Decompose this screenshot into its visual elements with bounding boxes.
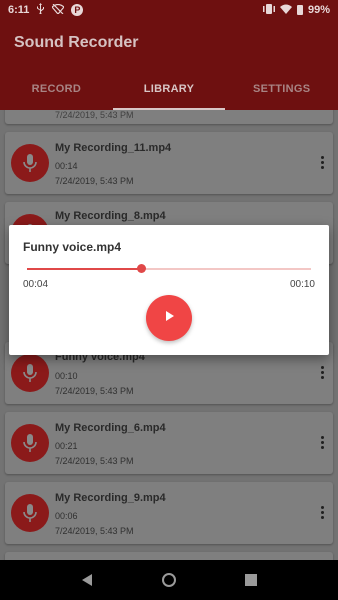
system-nav-bar	[0, 560, 338, 600]
usb-icon	[36, 3, 45, 17]
current-time: 00:04	[23, 279, 49, 290]
more-vert-icon[interactable]	[319, 366, 325, 379]
list-item[interactable]: My Recording_6.mp4 00:21 7/24/2019, 5:43…	[5, 412, 333, 474]
recording-date: 7/24/2019, 5:43 PM	[55, 110, 134, 120]
nav-home-icon[interactable]	[159, 570, 179, 590]
player-dialog: Funny voice.mp4 00:04 00:10	[9, 225, 329, 355]
tab-record[interactable]: RECORD	[0, 68, 113, 110]
more-vert-icon[interactable]	[319, 506, 325, 519]
nav-recents-icon[interactable]	[241, 570, 261, 590]
recording-name: My Recording_6.mp4	[55, 422, 166, 434]
recording-duration: 00:06	[55, 511, 78, 521]
vibrate-icon	[262, 3, 275, 17]
battery-icon	[296, 5, 303, 15]
parking-icon: P	[71, 4, 84, 16]
tab-bar: RECORD LIBRARY SETTINGS	[0, 68, 338, 110]
microphone-icon	[11, 424, 49, 462]
recording-date: 7/24/2019, 5:43 PM	[55, 526, 134, 536]
list-item[interactable]: My Recording_11.mp4 00:14 7/24/2019, 5:4…	[5, 132, 333, 194]
recording-name: My Recording_9.mp4	[55, 492, 166, 504]
seek-thumb[interactable]	[136, 264, 146, 273]
recording-duration: 00:14	[55, 161, 78, 171]
wifi-icon	[279, 4, 292, 17]
more-vert-icon[interactable]	[319, 156, 325, 169]
total-time: 00:10	[289, 279, 315, 290]
tab-settings[interactable]: SETTINGS	[225, 68, 338, 110]
nav-back-icon[interactable]	[77, 570, 97, 590]
more-vert-icon[interactable]	[319, 436, 325, 449]
battery-level: 99%	[307, 4, 330, 16]
recording-date: 7/24/2019, 5:43 PM	[55, 176, 134, 186]
list-item[interactable]	[5, 552, 333, 560]
play-button[interactable]	[146, 295, 192, 341]
recording-duration: 00:21	[55, 441, 78, 451]
microphone-icon	[11, 494, 49, 532]
seek-bar[interactable]	[27, 264, 311, 273]
tab-library[interactable]: LIBRARY	[112, 68, 226, 110]
app-bar: Sound Recorder	[0, 20, 338, 68]
microphone-icon	[11, 144, 49, 182]
microphone-icon	[11, 354, 49, 392]
recording-date: 7/24/2019, 5:43 PM	[55, 386, 134, 396]
list-item[interactable]: 7/24/2019, 5:43 PM	[5, 110, 333, 124]
list-item[interactable]: My Recording_9.mp4 00:06 7/24/2019, 5:43…	[5, 482, 333, 544]
seek-progress	[27, 268, 141, 270]
play-icon	[163, 309, 175, 327]
recording-name: My Recording_11.mp4	[55, 142, 172, 154]
wifi-off-icon	[51, 3, 66, 17]
status-bar: 6:11 P 99%	[0, 0, 338, 20]
recording-date: 7/24/2019, 5:43 PM	[55, 456, 134, 466]
app-title: Sound Recorder	[14, 34, 139, 51]
recording-name: My Recording_8.mp4	[55, 210, 166, 222]
recording-duration: 00:10	[55, 371, 78, 381]
status-time: 6:11	[8, 4, 30, 16]
dialog-title: Funny voice.mp4	[23, 240, 122, 254]
